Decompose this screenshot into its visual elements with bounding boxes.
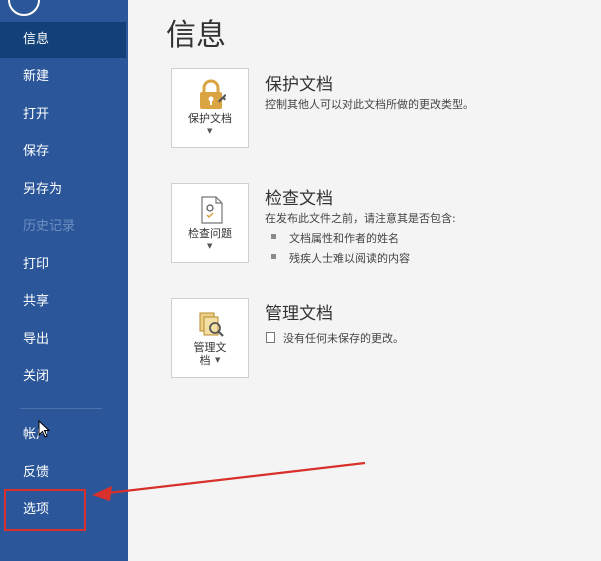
protect-document-button[interactable]: 保护文档 ▼ bbox=[171, 68, 249, 148]
chevron-down-icon: ▼ bbox=[207, 242, 213, 250]
inspect-document-icon bbox=[201, 196, 223, 224]
chevron-down-icon: ▼ bbox=[215, 356, 221, 364]
nav-item-new[interactable]: 新建 bbox=[0, 59, 128, 95]
manage-document-status: 没有任何未保存的更改。 bbox=[266, 330, 404, 346]
mouse-cursor-icon bbox=[38, 420, 50, 438]
chevron-down-icon: ▼ bbox=[207, 127, 213, 135]
document-icon bbox=[266, 332, 275, 343]
list-item: 文档属性和作者的姓名 bbox=[271, 230, 399, 246]
check-for-issues-label: 检查问题 bbox=[188, 227, 232, 240]
nav-divider bbox=[20, 408, 102, 409]
manage-document-label-line2: 档 bbox=[199, 354, 211, 367]
manage-document-label: 管理文 bbox=[193, 341, 227, 354]
options-highlight-box bbox=[4, 489, 86, 531]
nav-item-history: 历史记录 bbox=[23, 219, 76, 234]
nav-item-export[interactable]: 导出 bbox=[0, 322, 128, 358]
manage-document-button[interactable]: 管理文 档 ▼ bbox=[171, 298, 249, 378]
lock-icon bbox=[200, 79, 226, 109]
nav-item-close[interactable]: 关闭 bbox=[0, 359, 128, 395]
nav-item-save-as[interactable]: 另存为 bbox=[0, 172, 128, 208]
nav-item-print[interactable]: 打印 bbox=[0, 247, 128, 283]
inspect-document-title: 检查文档 bbox=[265, 189, 333, 209]
nav-item-info[interactable]: 信息 bbox=[0, 22, 126, 58]
info-pane: 信息 保护文档 ▼ 保护文档 控制其他人可以对此文档所做的更改类型。 检查问题 … bbox=[128, 0, 601, 561]
protect-document-label: 保护文档 bbox=[188, 112, 232, 125]
page-title: 信息 bbox=[166, 18, 226, 53]
protect-document-title: 保护文档 bbox=[265, 75, 333, 95]
nav-item-save[interactable]: 保存 bbox=[0, 134, 128, 170]
nav-item-account[interactable]: 帐户 bbox=[0, 417, 128, 453]
nav-item-feedback[interactable]: 反馈 bbox=[0, 455, 128, 491]
list-item: 残疾人士难以阅读的内容 bbox=[271, 250, 410, 266]
nav-item-share[interactable]: 共享 bbox=[0, 284, 128, 320]
check-for-issues-button[interactable]: 检查问题 ▼ bbox=[171, 183, 249, 263]
manage-document-title: 管理文档 bbox=[265, 304, 333, 324]
protect-document-description: 控制其他人可以对此文档所做的更改类型。 bbox=[265, 98, 474, 111]
nav-item-open[interactable]: 打开 bbox=[0, 97, 128, 133]
backstage-sidebar: 信息 新建 打开 保存 另存为 历史记录 打印 共享 导出 关闭 帐户 反馈 选… bbox=[0, 0, 128, 561]
inspect-document-description: 在发布此文件之前，请注意其是否包含: bbox=[265, 212, 456, 225]
manage-document-icon bbox=[199, 312, 224, 337]
back-arrow-icon[interactable] bbox=[8, 0, 40, 16]
